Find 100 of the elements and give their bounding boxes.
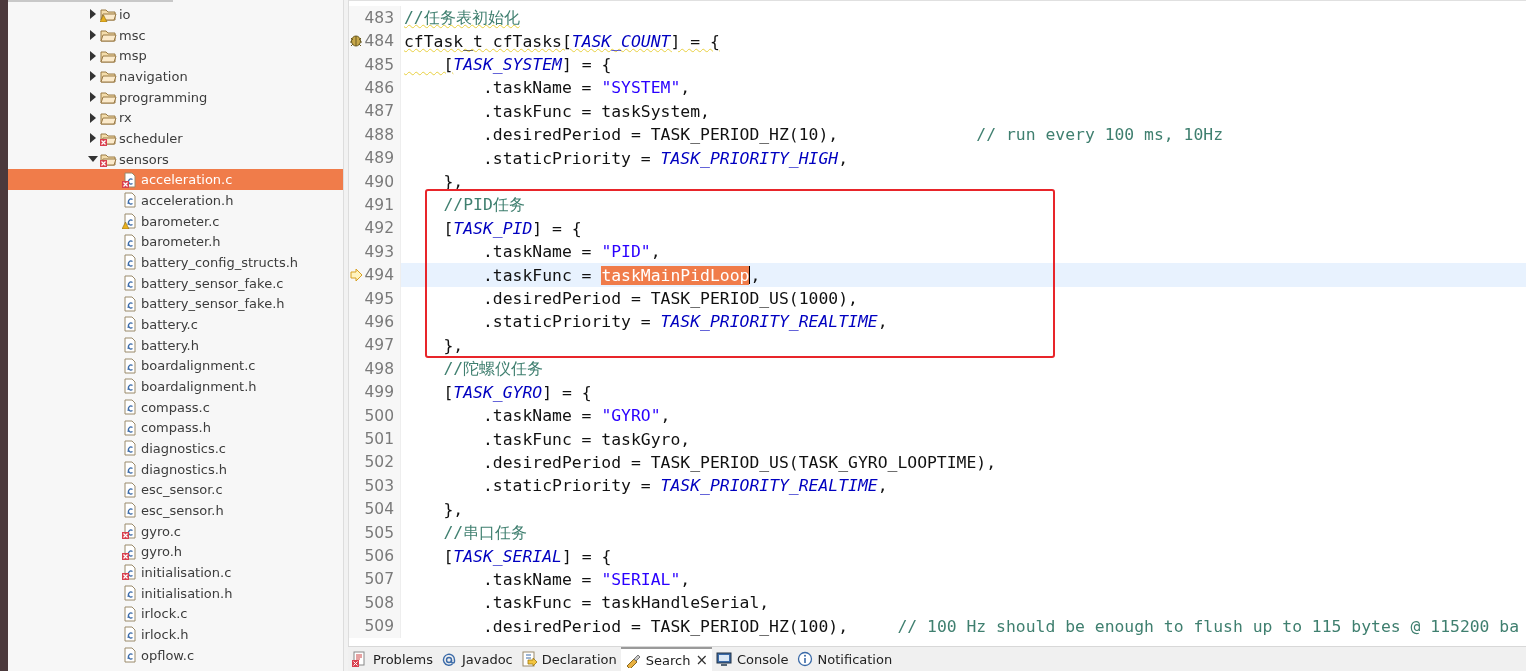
expand-arrow-icon[interactable] — [88, 92, 98, 102]
c-file-icon — [122, 399, 139, 416]
code-line: .taskName = "GYRO", — [481, 405, 672, 428]
c-file-icon — [122, 316, 139, 333]
line-number: 500 — [363, 406, 395, 425]
at-sign-icon — [440, 651, 457, 667]
line-number: 494 — [363, 266, 395, 285]
tree-item[interactable]: compass.h — [8, 417, 343, 439]
view-tab[interactable]: Search × — [620, 647, 712, 671]
line-number: 489 — [363, 149, 395, 168]
code-line: .desiredPeriod = TASK_PERIOD_US(TASK_GYRO_LOOPTIME), — [481, 451, 998, 474]
tree-item[interactable]: diagnostics.c — [8, 438, 343, 459]
line-number: 483 — [363, 8, 395, 27]
code-line: //串口任务 — [442, 521, 529, 544]
expand-arrow-icon[interactable] — [88, 112, 98, 123]
line-number: 495 — [363, 289, 395, 308]
tree-item[interactable]: initialisation.c — [8, 562, 343, 583]
c-file-icon — [122, 647, 139, 664]
tree-item[interactable]: opflow.c — [8, 644, 343, 666]
code-line: [TASK_SERIAL] = { — [442, 545, 613, 568]
code-line: [TASK_SYSTEM] = { — [442, 54, 613, 76]
c-file-icon — [122, 440, 139, 457]
line-number: 484 — [363, 32, 395, 51]
expand-arrow-icon[interactable] — [88, 50, 98, 61]
c-file-icon — [122, 585, 139, 602]
tree-item[interactable]: esc_sensor.h — [8, 500, 343, 521]
expand-arrow-icon[interactable] — [88, 30, 98, 40]
tree-item[interactable]: navigation — [8, 66, 343, 87]
tree-item[interactable]: battery.c — [8, 314, 343, 335]
code-line: }, — [442, 498, 465, 521]
view-tab[interactable]: Notification — [792, 647, 897, 671]
expand-arrow-icon[interactable] — [88, 71, 98, 82]
declaration-icon — [520, 651, 537, 667]
line-number: 488 — [363, 125, 395, 144]
line-number: 499 — [363, 383, 395, 402]
tree-item[interactable]: boardalignment.c — [8, 355, 343, 377]
tree-item[interactable]: battery_config_structs.h — [8, 252, 343, 273]
tree-item[interactable]: initialisation.h — [8, 582, 343, 604]
tree-item[interactable]: irlock.c — [8, 603, 343, 625]
line-number: 486 — [363, 78, 395, 97]
c-file-icon — [122, 254, 139, 271]
c-file-icon — [122, 357, 139, 374]
problems-icon — [352, 651, 368, 667]
info-icon — [796, 651, 813, 667]
code-line: .taskFunc = taskHandleSerial, — [481, 592, 771, 615]
code-line: .staticPriority = TASK_PRIORITY_REALTIME, — [481, 475, 889, 498]
c-file-icon — [122, 605, 139, 622]
view-tab[interactable]: Declaration — [516, 647, 621, 671]
tree-item[interactable]: acceleration.h — [8, 190, 343, 211]
code-line: .taskFunc = taskSystem, — [481, 100, 711, 123]
tree-item[interactable]: battery_sensor_fake.h — [8, 293, 343, 315]
line-number: 492 — [363, 219, 395, 238]
tree-item[interactable]: boardalignment.h — [8, 376, 343, 397]
c-file-icon — [122, 295, 139, 312]
line-number: 490 — [363, 172, 395, 191]
code-line: //PID任务 — [442, 193, 526, 216]
code-line: //陀螺仪任务 — [442, 357, 545, 380]
code-line: .taskName = "SERIAL", — [481, 568, 692, 591]
code-line: .staticPriority = TASK_PRIORITY_HIGH, — [481, 147, 850, 170]
c-file-icon — [122, 337, 139, 354]
view-tab[interactable]: Javadoc — [436, 647, 517, 671]
line-number: 504 — [363, 500, 395, 519]
view-tab[interactable]: Problems — [348, 647, 437, 671]
tree-item[interactable]: battery_sensor_fake.c — [8, 272, 343, 294]
line-number: 505 — [363, 523, 395, 542]
tree-item[interactable]: irlock.h — [8, 624, 343, 645]
code-line: .taskName = "PID", — [481, 241, 662, 264]
tree-item[interactable]: barometer.h — [8, 231, 343, 253]
tree-item[interactable]: gyro.c — [8, 520, 343, 542]
code-line: .taskFunc = taskGyro, — [481, 428, 692, 451]
tree-item[interactable]: battery.h — [8, 334, 343, 356]
c-file-icon — [122, 192, 139, 209]
tree-item[interactable]: gyro.h — [8, 541, 343, 563]
code-line: [TASK_PID] = { — [442, 217, 583, 240]
line-number: 506 — [363, 547, 395, 566]
code-line: .staticPriority = TASK_PRIORITY_REALTIME, — [481, 311, 889, 334]
close-button[interactable]: × — [695, 651, 708, 669]
expand-arrow-icon[interactable] — [88, 133, 98, 144]
line-number: 487 — [363, 102, 395, 121]
expand-arrow-icon[interactable] — [88, 9, 98, 20]
tree-item[interactable]: barometer.c — [8, 210, 343, 232]
flashlight-icon — [624, 652, 641, 668]
c-file-icon — [122, 481, 139, 498]
code-line: }, — [442, 334, 465, 357]
tree-item[interactable]: msc — [8, 24, 343, 46]
tree-item[interactable]: sensors — [8, 148, 343, 170]
line-number: 502 — [363, 453, 395, 472]
tree-item[interactable]: msp — [8, 45, 343, 66]
c-file-icon — [122, 626, 139, 643]
tree-item[interactable]: io — [8, 4, 343, 25]
tree-item[interactable]: scheduler — [8, 128, 343, 149]
line-number: 509 — [363, 617, 395, 636]
tree-item[interactable]: esc_sensor.c — [8, 479, 343, 501]
tree-item[interactable]: compass.c — [8, 396, 343, 418]
line-number: 503 — [363, 476, 395, 495]
tree-item[interactable]: programming — [8, 86, 343, 108]
tree-item[interactable]: diagnostics.h — [8, 458, 343, 480]
view-tab[interactable]: Console — [711, 647, 793, 671]
line-number: 497 — [363, 336, 395, 355]
tree-item[interactable]: rx — [8, 107, 343, 129]
